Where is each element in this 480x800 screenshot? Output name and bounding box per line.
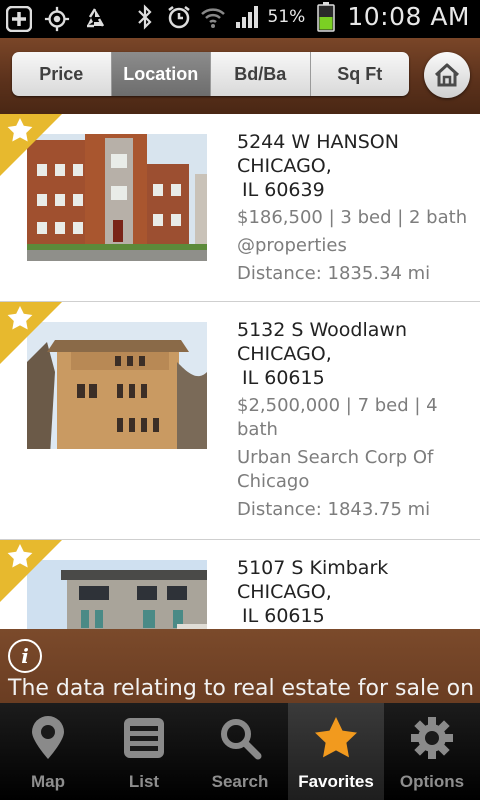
listing-list[interactable]: 5244 W HANSON CHICAGO, IL 60639 $186,500… [0, 114, 480, 629]
info-icon[interactable]: i [8, 639, 42, 673]
listing-city: CHICAGO, [237, 343, 332, 365]
tab-favorites[interactable]: Favorites [288, 703, 384, 800]
favorite-ribbon[interactable] [0, 302, 62, 364]
favorite-ribbon[interactable] [0, 540, 62, 602]
listing-info: 5107 S Kimbark CHICAGO, IL 60615 [237, 556, 472, 628]
bluetooth-icon [132, 3, 158, 30]
sort-segmented-control: Price Location Bd/Ba Sq Ft [12, 52, 409, 96]
listing-city: CHICAGO, [237, 581, 332, 603]
search-icon [217, 715, 263, 761]
listing-street: 5107 S Kimbark [237, 557, 389, 579]
listing-info: 5244 W HANSON CHICAGO, IL 60639 $186,500… [237, 130, 472, 286]
tab-map[interactable]: Map [0, 703, 96, 800]
listing-agency: Urban Search Corp Of Chicago [237, 447, 434, 492]
listing-city: CHICAGO, [237, 155, 332, 177]
sort-location-button[interactable]: Location [111, 52, 211, 96]
listing-state-zip: IL 60615 [242, 367, 325, 389]
add-icon [6, 6, 32, 32]
recycle-icon [82, 6, 108, 32]
sort-beds-baths-button[interactable]: Bd/Ba [211, 52, 311, 96]
tab-label: Map [31, 772, 65, 791]
battery-icon [313, 1, 339, 32]
gear-icon [409, 715, 455, 761]
status-bar-system: 51% 10:08 AM [132, 1, 470, 32]
signal-icon [234, 4, 260, 30]
battery-percent: 51% [267, 6, 306, 27]
tab-label: Options [399, 772, 465, 791]
clock: 10:08 AM [347, 2, 470, 31]
listing-state-zip: IL 60615 [242, 605, 325, 627]
tab-label: List [128, 772, 160, 791]
listing-distance: Distance: 1835.34 mi [237, 263, 431, 284]
listing-item[interactable]: 5107 S Kimbark CHICAGO, IL 60615 [0, 540, 480, 629]
home-button[interactable] [424, 52, 470, 98]
listing-agency: @properties [237, 235, 347, 256]
map-pin-icon [25, 715, 71, 761]
status-bar-notifications [6, 6, 108, 32]
listing-street: 5132 S Woodlawn [237, 319, 407, 341]
gps-icon [44, 6, 70, 32]
listing-item[interactable]: 5244 W HANSON CHICAGO, IL 60639 $186,500… [0, 114, 480, 302]
tab-label: Search [211, 772, 269, 791]
listing-info: 5132 S Woodlawn CHICAGO, IL 60615 $2,500… [237, 318, 472, 522]
tab-options[interactable]: Options [384, 703, 480, 800]
listing-state-zip: IL 60639 [242, 179, 325, 201]
tab-list[interactable]: List [96, 703, 192, 800]
star-icon [313, 715, 359, 761]
app-screen: 51% 10:08 AM Price Location Bd/Ba Sq Ft [0, 0, 480, 800]
status-bar: 51% 10:08 AM [0, 0, 480, 38]
disclaimer-banner[interactable]: i The data relating to real estate for s… [0, 629, 480, 703]
listing-street: 5244 W HANSON [237, 131, 399, 153]
tab-search[interactable]: Search [192, 703, 288, 800]
listing-summary: $186,500 | 3 bed | 2 bath [237, 207, 468, 228]
listing-distance: Distance: 1843.75 mi [237, 499, 431, 520]
bottom-tab-bar: Map List Search Favorites Options [0, 703, 480, 800]
sort-bar: Price Location Bd/Ba Sq Ft [0, 38, 480, 114]
sort-sqft-button[interactable]: Sq Ft [310, 52, 409, 96]
sort-price-button[interactable]: Price [12, 52, 112, 96]
wifi-icon [200, 4, 226, 30]
listing-summary: $2,500,000 | 7 bed | 4 bath [237, 395, 438, 440]
home-icon [434, 63, 460, 87]
tab-label: Favorites [298, 772, 374, 791]
disclaimer-text: The data relating to real estate for sal… [8, 676, 475, 701]
favorite-ribbon[interactable] [0, 114, 62, 176]
listing-item[interactable]: 5132 S Woodlawn CHICAGO, IL 60615 $2,500… [0, 302, 480, 540]
alarm-icon [166, 4, 192, 30]
list-icon [121, 715, 167, 761]
